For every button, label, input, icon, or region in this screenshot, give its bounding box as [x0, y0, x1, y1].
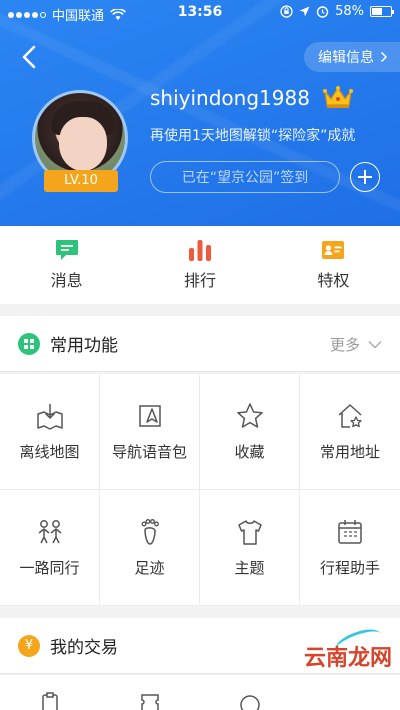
companions-icon	[38, 520, 61, 544]
function-voice-package[interactable]: 导航语音包	[100, 374, 200, 490]
add-checkin-button[interactable]	[350, 162, 380, 192]
profile-screen: 中国联通 13:56 58% 编辑信息 LV.10 shiyindong1988…	[0, 0, 400, 710]
star-icon	[236, 403, 263, 428]
function-offline-map[interactable]: 离线地图	[0, 374, 100, 490]
function-common-address[interactable]: 常用地址	[300, 374, 400, 490]
section-title: 我的交易	[50, 638, 118, 658]
crown-icon[interactable]	[322, 84, 354, 110]
trade-item[interactable]	[200, 675, 300, 710]
profile-header: 中国联通 13:56 58% 编辑信息 LV.10 shiyindong1988…	[0, 0, 400, 226]
wallet-yen-icon	[240, 695, 260, 710]
level-badge: LV.10	[44, 170, 118, 192]
function-favorites[interactable]: 收藏	[200, 374, 300, 490]
username: shiyindong1988	[150, 86, 310, 110]
grid-apps-icon	[18, 332, 40, 355]
shirt-icon	[237, 520, 262, 545]
function-label: 行程助手	[319, 559, 380, 577]
back-arrow-icon[interactable]	[18, 44, 42, 70]
battery-icon	[370, 6, 394, 17]
quick-item-message[interactable]: 消息	[0, 226, 133, 304]
common-functions-grid: 离线地图 导航语音包 收藏 常用地址 一路同行 足迹 主题 行程助手	[0, 374, 400, 606]
section-title: 常用功能	[50, 336, 118, 356]
quick-item-label: 排行	[183, 271, 216, 290]
edit-profile-button[interactable]: 编辑信息	[304, 42, 400, 72]
trade-item[interactable]	[300, 675, 400, 710]
alarm-icon	[316, 6, 329, 18]
function-footprints[interactable]: 足迹	[100, 490, 200, 606]
privilege-card-icon	[322, 241, 345, 259]
quick-item-ranking[interactable]: 排行	[133, 226, 266, 304]
watermark-logo: 云南龙网	[303, 645, 392, 671]
quick-item-label: 特权	[317, 271, 350, 290]
function-label: 收藏	[234, 443, 265, 461]
achievement-tagline: 再使用1天地图解锁“探险家”成就	[150, 128, 356, 144]
quick-actions-bar: 消息 排行 特权	[0, 226, 400, 304]
battery-percent: 58%	[335, 4, 364, 19]
trade-item[interactable]	[0, 675, 100, 710]
yen-icon: ¥	[18, 634, 40, 657]
footprint-icon	[141, 519, 159, 545]
more-label: 更多	[329, 335, 360, 354]
orientation-lock-icon	[280, 5, 293, 18]
function-trip-assistant[interactable]: 行程助手	[300, 490, 400, 606]
function-label: 导航语音包	[111, 443, 187, 461]
ranking-icon	[188, 240, 211, 261]
message-icon	[55, 240, 78, 260]
more-button[interactable]: 更多	[330, 316, 382, 372]
function-label: 主题	[234, 559, 265, 577]
common-functions-header: 常用功能 更多	[0, 316, 400, 372]
trade-items-row	[0, 675, 400, 710]
quick-item-label: 消息	[50, 271, 83, 290]
location-arrow-icon	[299, 6, 310, 17]
checkin-label: 已在“望京公园”签到	[181, 170, 309, 186]
trade-item[interactable]	[100, 675, 200, 710]
status-bar: 中国联通 13:56 58%	[0, 0, 400, 26]
chevron-down-icon	[368, 340, 382, 348]
offline-map-icon	[36, 404, 63, 430]
voice-package-icon	[138, 405, 161, 427]
function-themes[interactable]: 主题	[200, 490, 300, 606]
order-list-icon	[42, 692, 58, 710]
checkin-button[interactable]: 已在“望京公园”签到	[150, 161, 340, 193]
function-label: 一路同行	[19, 559, 80, 577]
function-label: 常用地址	[319, 443, 380, 461]
quick-item-privilege[interactable]: 特权	[267, 226, 400, 304]
edit-profile-label: 编辑信息	[318, 50, 374, 66]
function-travel-together[interactable]: 一路同行	[0, 490, 100, 606]
chevron-right-icon	[380, 51, 388, 63]
calendar-icon	[338, 520, 362, 544]
function-label: 足迹	[134, 559, 165, 577]
function-label: 离线地图	[19, 443, 80, 461]
coupon-icon	[141, 694, 159, 710]
home-star-icon	[338, 404, 362, 428]
